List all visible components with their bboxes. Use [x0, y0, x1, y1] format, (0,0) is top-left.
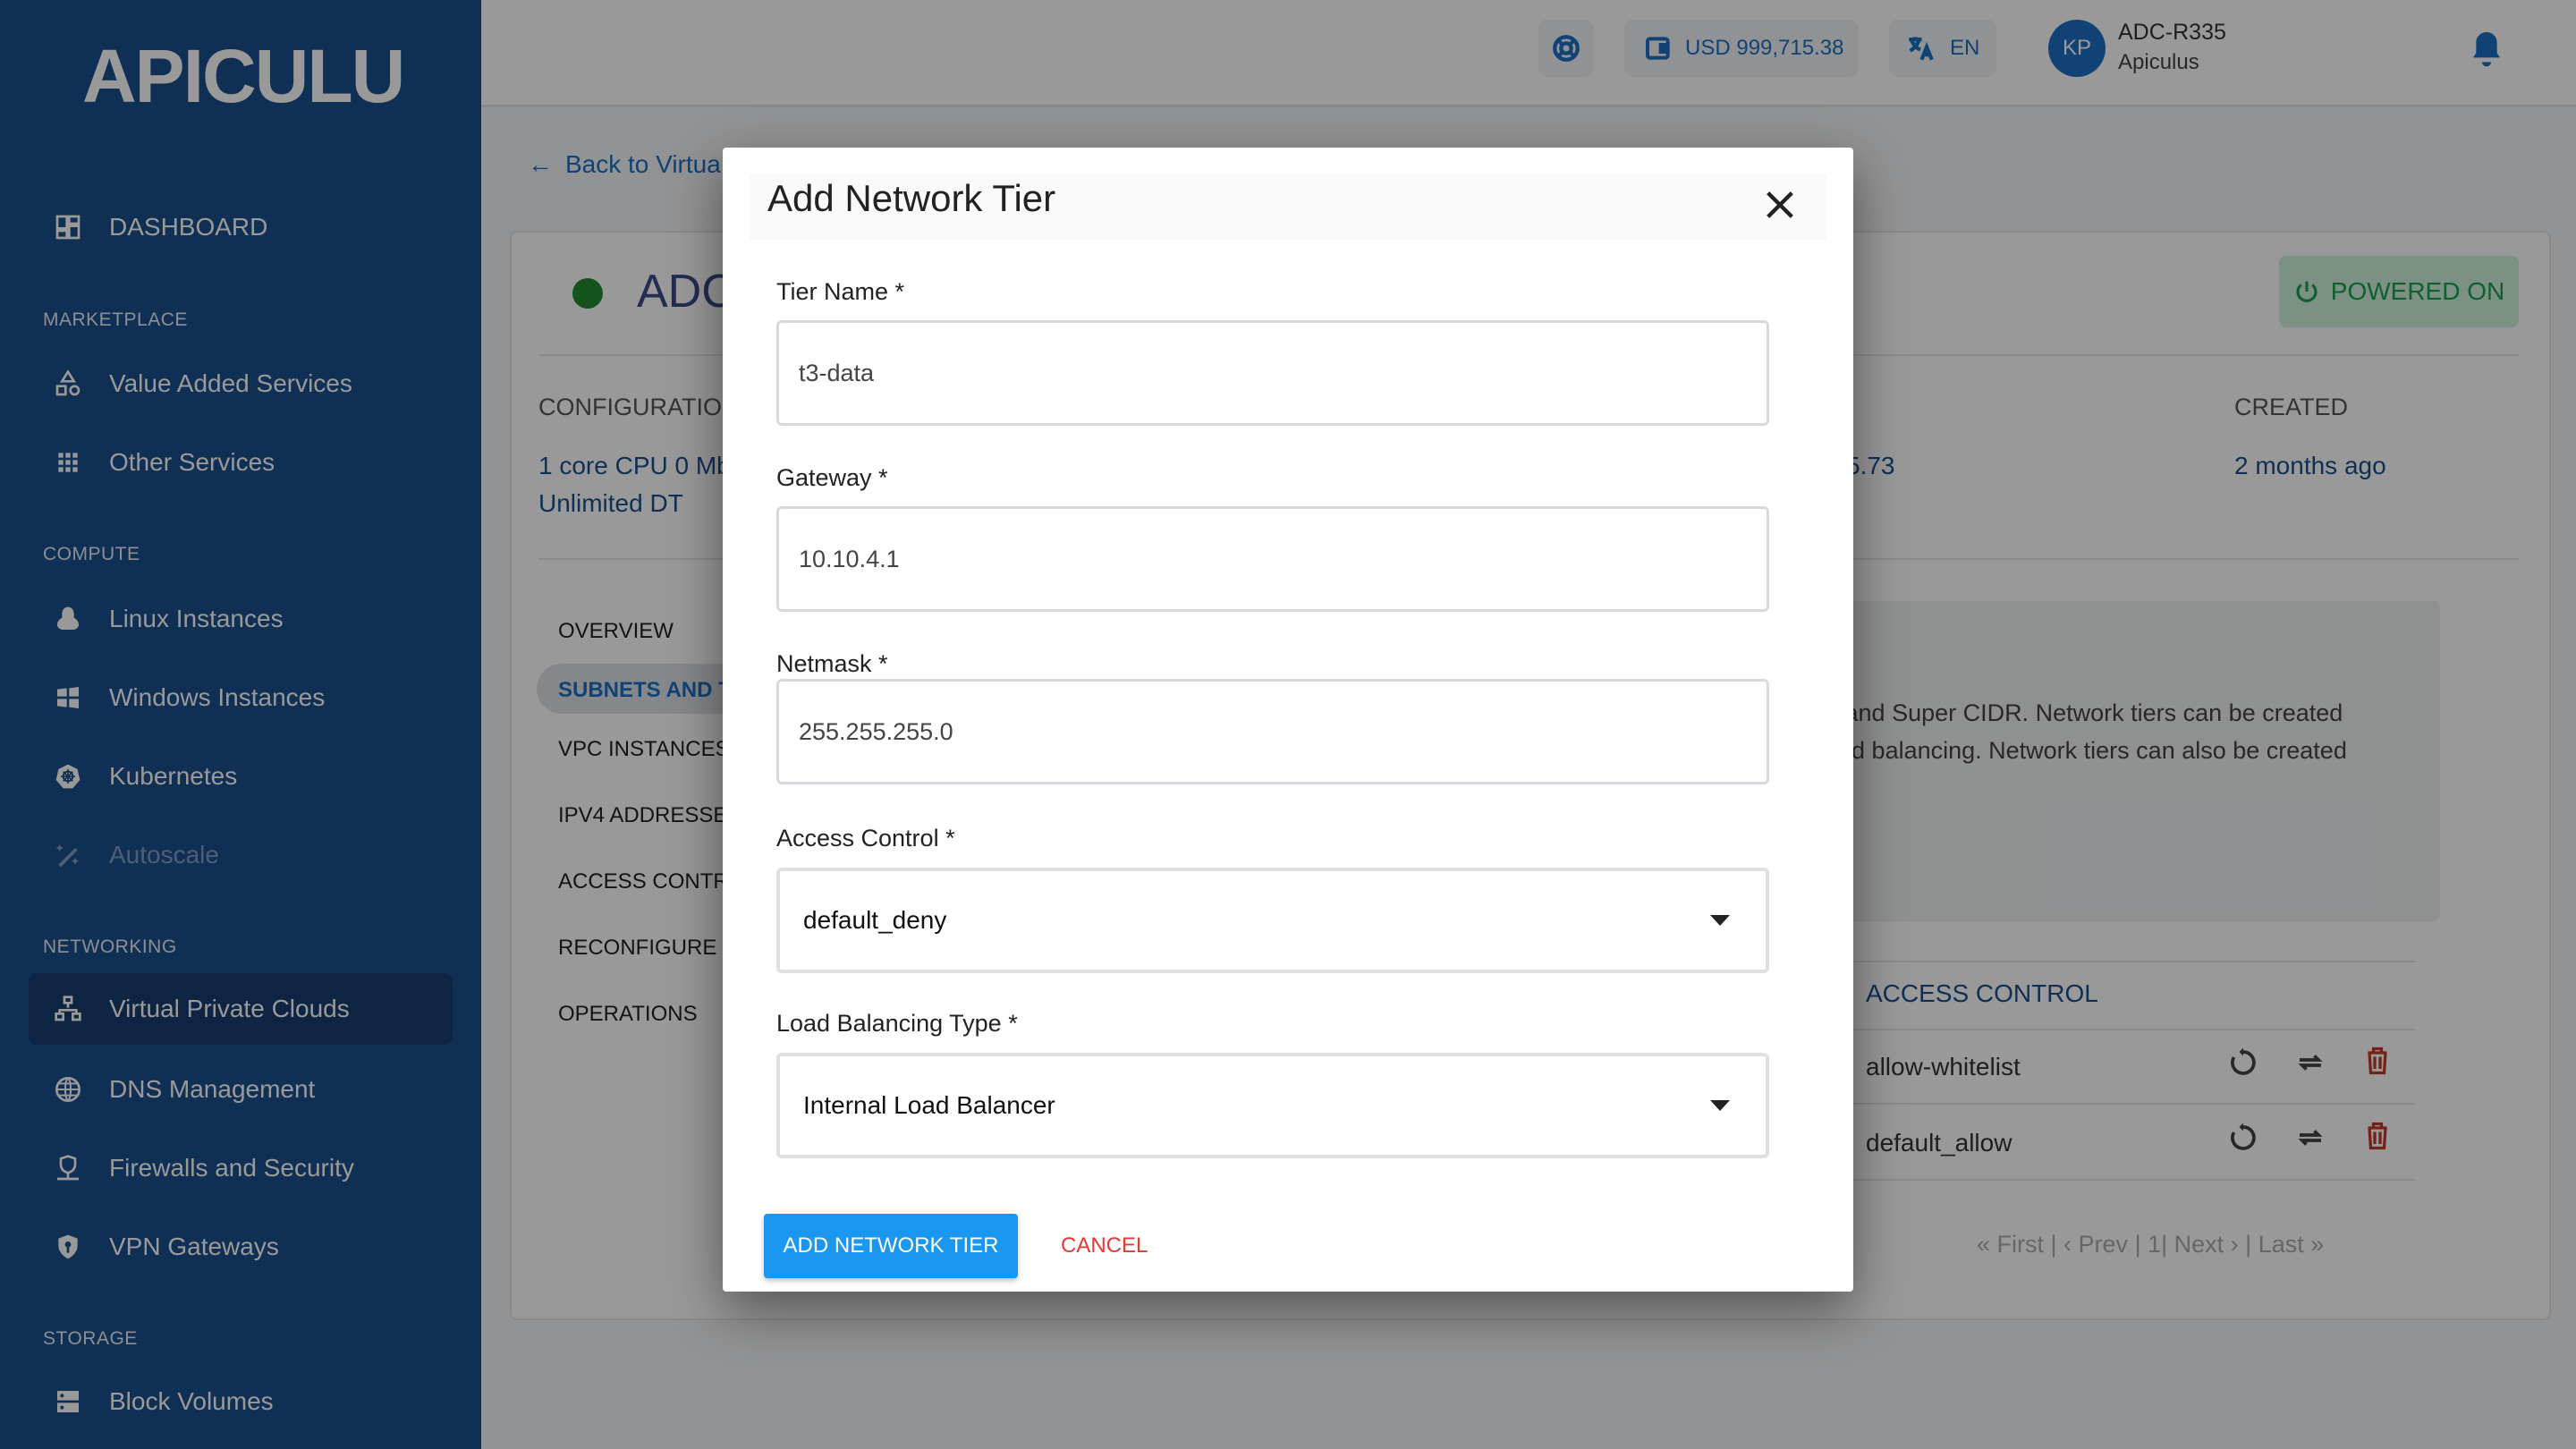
- cancel-button[interactable]: CANCEL: [1061, 1214, 1148, 1278]
- caret-down-icon: [1710, 1100, 1730, 1111]
- tier-name-label: Tier Name *: [776, 278, 905, 305]
- modal-title: Add Network Tier: [767, 177, 1056, 219]
- caret-down-icon: [1710, 915, 1730, 926]
- load-balancing-type-value: Internal Load Balancer: [803, 1091, 1055, 1119]
- add-network-tier-button[interactable]: ADD NETWORK TIER: [764, 1214, 1018, 1278]
- access-control-label: Access Control *: [776, 825, 955, 852]
- netmask-input[interactable]: [776, 679, 1769, 784]
- gateway-label: Gateway *: [776, 464, 888, 491]
- tier-name-input[interactable]: [776, 320, 1769, 426]
- access-control-select[interactable]: default_deny: [776, 868, 1769, 973]
- netmask-label: Netmask *: [776, 650, 888, 677]
- load-balancing-type-select[interactable]: Internal Load Balancer: [776, 1053, 1769, 1158]
- add-network-tier-dialog: Add Network Tier Tier Name * Gateway * N…: [723, 148, 1853, 1292]
- close-icon[interactable]: [1762, 187, 1798, 223]
- gateway-input[interactable]: [776, 506, 1769, 612]
- load-balancing-type-label: Load Balancing Type *: [776, 1010, 1018, 1037]
- access-control-value: default_deny: [803, 906, 947, 934]
